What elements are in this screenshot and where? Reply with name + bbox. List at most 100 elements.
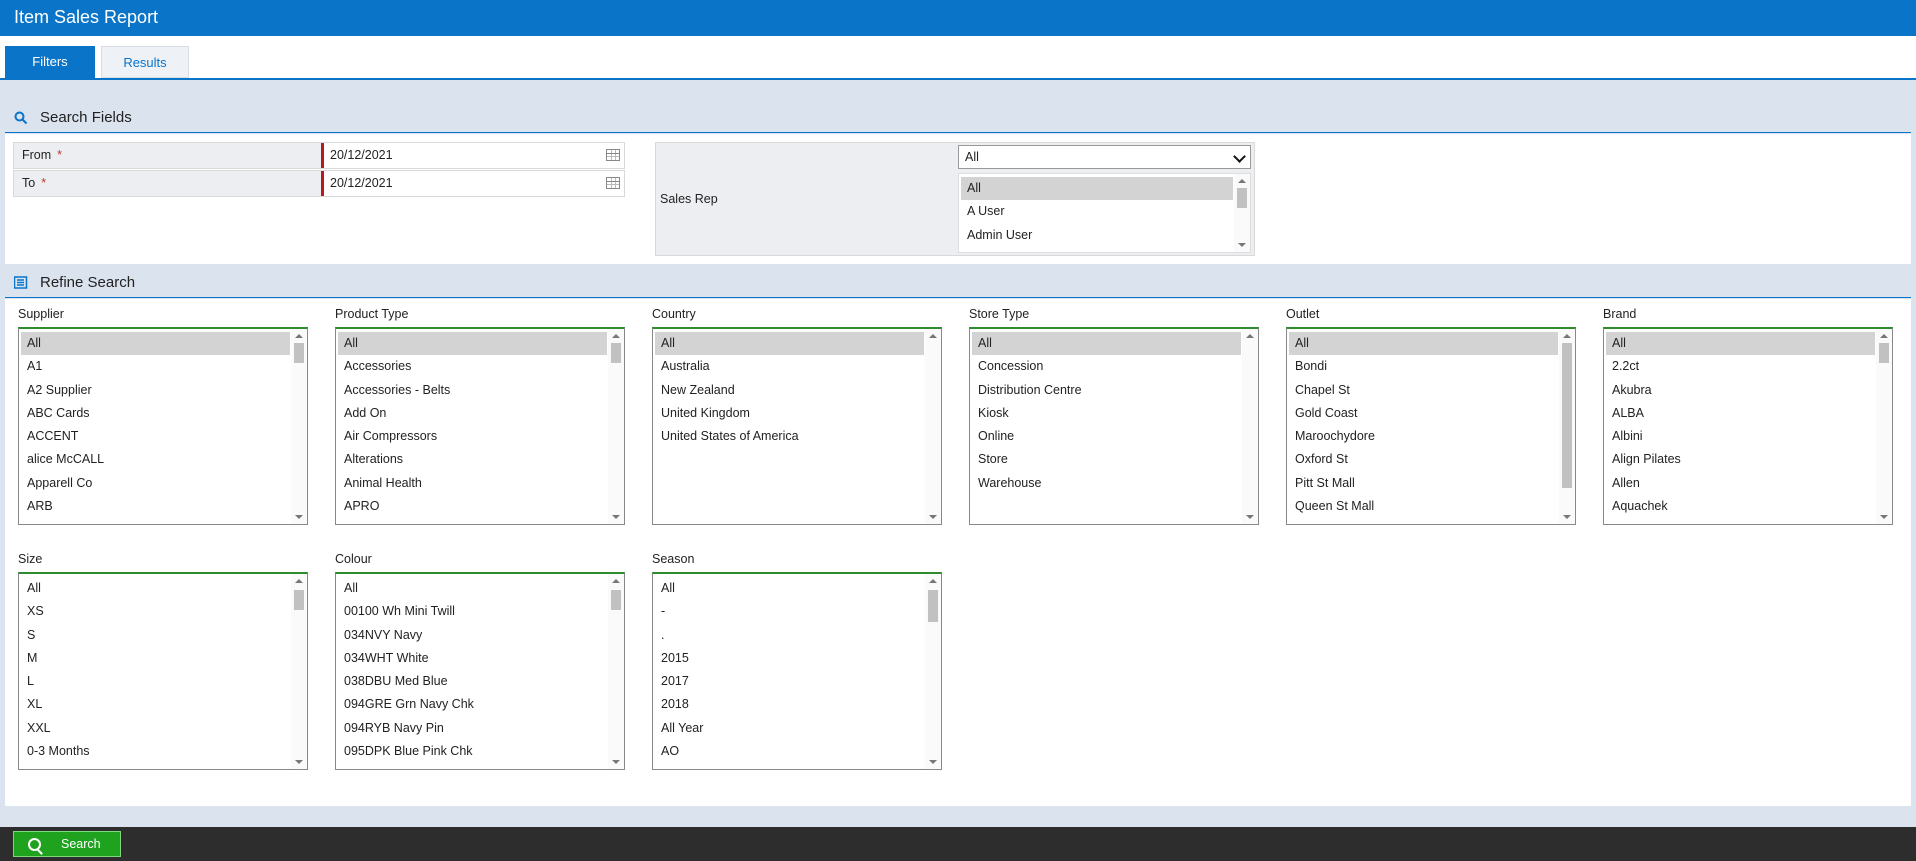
- scroll-up-icon[interactable]: [295, 334, 303, 338]
- list-item[interactable]: APRO: [338, 495, 607, 518]
- list-item[interactable]: ALBA: [1606, 402, 1875, 425]
- list-item[interactable]: XS: [21, 600, 290, 623]
- list-item[interactable]: ARB: [21, 495, 290, 518]
- list-item[interactable]: 2015: [655, 647, 924, 670]
- outlet-listbox[interactable]: All Bondi Chapel St Gold Coast Maroochydore O…: [1286, 327, 1576, 525]
- list-item[interactable]: All: [338, 577, 607, 600]
- list-item[interactable]: Australia: [655, 355, 924, 378]
- list-item[interactable]: 094RYB Navy Pin: [338, 717, 607, 740]
- list-item[interactable]: Gold Coast: [1289, 402, 1558, 425]
- list-item[interactable]: Allen: [1606, 472, 1875, 495]
- scroll-up-icon[interactable]: [295, 579, 303, 583]
- list-item[interactable]: 095DPK Blue Pink Chk: [338, 740, 607, 763]
- scroll-thumb[interactable]: [928, 590, 938, 622]
- list-item[interactable]: Accessories: [338, 355, 607, 378]
- list-item[interactable]: All Year: [655, 717, 924, 740]
- scroll-up-icon[interactable]: [929, 334, 937, 338]
- scroll-up-icon[interactable]: [1880, 334, 1888, 338]
- list-item[interactable]: All: [1606, 332, 1875, 356]
- list-item[interactable]: 038DBU Med Blue: [338, 670, 607, 693]
- list-item[interactable]: All: [655, 332, 924, 356]
- list-item[interactable]: ACCENT: [21, 425, 290, 448]
- list-item[interactable]: All: [21, 332, 290, 356]
- brand-listbox[interactable]: All 2.2ct Akubra ALBA Albini Align Pilates All…: [1603, 327, 1893, 525]
- list-item[interactable]: 034NVY Navy: [338, 624, 607, 647]
- list-item[interactable]: Alterations: [338, 448, 607, 471]
- list-item[interactable]: 0-3 Months: [21, 740, 290, 763]
- list-item[interactable]: Animal Health: [338, 472, 607, 495]
- list-item[interactable]: Akubra: [1606, 379, 1875, 402]
- list-item[interactable]: Align Pilates: [1606, 448, 1875, 471]
- supplier-listbox[interactable]: All A1 A2 Supplier ABC Cards ACCENT alice McC…: [18, 327, 308, 525]
- scroll-thumb[interactable]: [1879, 343, 1889, 363]
- scroll-thumb[interactable]: [1562, 343, 1572, 488]
- list-item[interactable]: All: [655, 577, 924, 600]
- list-item[interactable]: alice McCALL: [21, 448, 290, 471]
- list-item[interactable]: United States of America: [655, 425, 924, 448]
- list-item[interactable]: 034WHT White: [338, 647, 607, 670]
- scroll-up-icon[interactable]: [1246, 334, 1254, 338]
- list-item[interactable]: Distribution Centre: [972, 379, 1241, 402]
- list-item[interactable]: All: [972, 332, 1241, 356]
- list-item[interactable]: 094GRE Grn Navy Chk: [338, 693, 607, 716]
- list-item[interactable]: Chapel St: [1289, 379, 1558, 402]
- scroll-down-icon[interactable]: [929, 760, 937, 764]
- scroll-down-icon[interactable]: [612, 515, 620, 519]
- list-item[interactable]: XXL: [21, 717, 290, 740]
- list-item[interactable]: All: [21, 577, 290, 600]
- list-item[interactable]: New Zealand: [655, 379, 924, 402]
- search-button[interactable]: Search: [13, 831, 121, 857]
- list-item[interactable]: Pitt St Mall: [1289, 472, 1558, 495]
- scroll-down-icon[interactable]: [1563, 515, 1571, 519]
- scrollbar[interactable]: [291, 329, 307, 524]
- list-item[interactable]: Air Compressors: [338, 425, 607, 448]
- list-item[interactable]: -: [655, 600, 924, 623]
- list-item[interactable]: A1: [21, 355, 290, 378]
- scroll-up-icon[interactable]: [1238, 179, 1246, 183]
- scroll-thumb[interactable]: [294, 590, 304, 610]
- list-item[interactable]: M: [21, 647, 290, 670]
- list-item[interactable]: 2.2ct: [1606, 355, 1875, 378]
- list-item[interactable]: Albini: [1606, 425, 1875, 448]
- list-item[interactable]: Kiosk: [972, 402, 1241, 425]
- country-listbox[interactable]: All Australia New Zealand United Kingdom Uni…: [652, 327, 942, 525]
- list-item[interactable]: Oxford St: [1289, 448, 1558, 471]
- scrollbar[interactable]: [1559, 329, 1575, 524]
- store-type-listbox[interactable]: All Concession Distribution Centre Kiosk Onl…: [969, 327, 1259, 525]
- list-item[interactable]: Admin User: [961, 224, 1233, 247]
- scrollbar[interactable]: [925, 329, 941, 524]
- list-item[interactable]: All: [338, 332, 607, 356]
- scrollbar[interactable]: [1234, 174, 1250, 252]
- list-item[interactable]: S: [21, 624, 290, 647]
- product-type-listbox[interactable]: All Accessories Accessories - Belts Add On A…: [335, 327, 625, 525]
- list-item[interactable]: All: [1289, 332, 1558, 356]
- scroll-down-icon[interactable]: [1880, 515, 1888, 519]
- from-date-input[interactable]: 20/12/2021: [321, 143, 624, 168]
- calendar-icon[interactable]: [606, 149, 620, 161]
- list-item[interactable]: Warehouse: [972, 472, 1241, 495]
- scroll-down-icon[interactable]: [295, 760, 303, 764]
- scroll-down-icon[interactable]: [929, 515, 937, 519]
- list-item[interactable]: XL: [21, 693, 290, 716]
- scrollbar[interactable]: [1876, 329, 1892, 524]
- list-item[interactable]: Maroochydore: [1289, 425, 1558, 448]
- list-item[interactable]: Concession: [972, 355, 1241, 378]
- scroll-up-icon[interactable]: [929, 579, 937, 583]
- list-item[interactable]: 00100 Wh Mini Twill: [338, 600, 607, 623]
- list-item[interactable]: Accessories - Belts: [338, 379, 607, 402]
- tab-filters[interactable]: Filters: [5, 46, 95, 78]
- list-item[interactable]: A2 Supplier: [21, 379, 290, 402]
- list-item[interactable]: Store: [972, 448, 1241, 471]
- list-item[interactable]: Bondi: [1289, 355, 1558, 378]
- calendar-icon[interactable]: [606, 177, 620, 189]
- scroll-thumb[interactable]: [611, 343, 621, 363]
- size-listbox[interactable]: All XS S M L XL XXL 0-3 Months: [18, 572, 308, 770]
- list-item[interactable]: Online: [972, 425, 1241, 448]
- list-item[interactable]: All: [961, 177, 1233, 201]
- to-date-input[interactable]: 20/12/2021: [321, 171, 624, 196]
- list-item[interactable]: United Kingdom: [655, 402, 924, 425]
- tab-results[interactable]: Results: [101, 46, 189, 78]
- scroll-thumb[interactable]: [611, 590, 621, 610]
- scroll-down-icon[interactable]: [612, 760, 620, 764]
- scroll-down-icon[interactable]: [295, 515, 303, 519]
